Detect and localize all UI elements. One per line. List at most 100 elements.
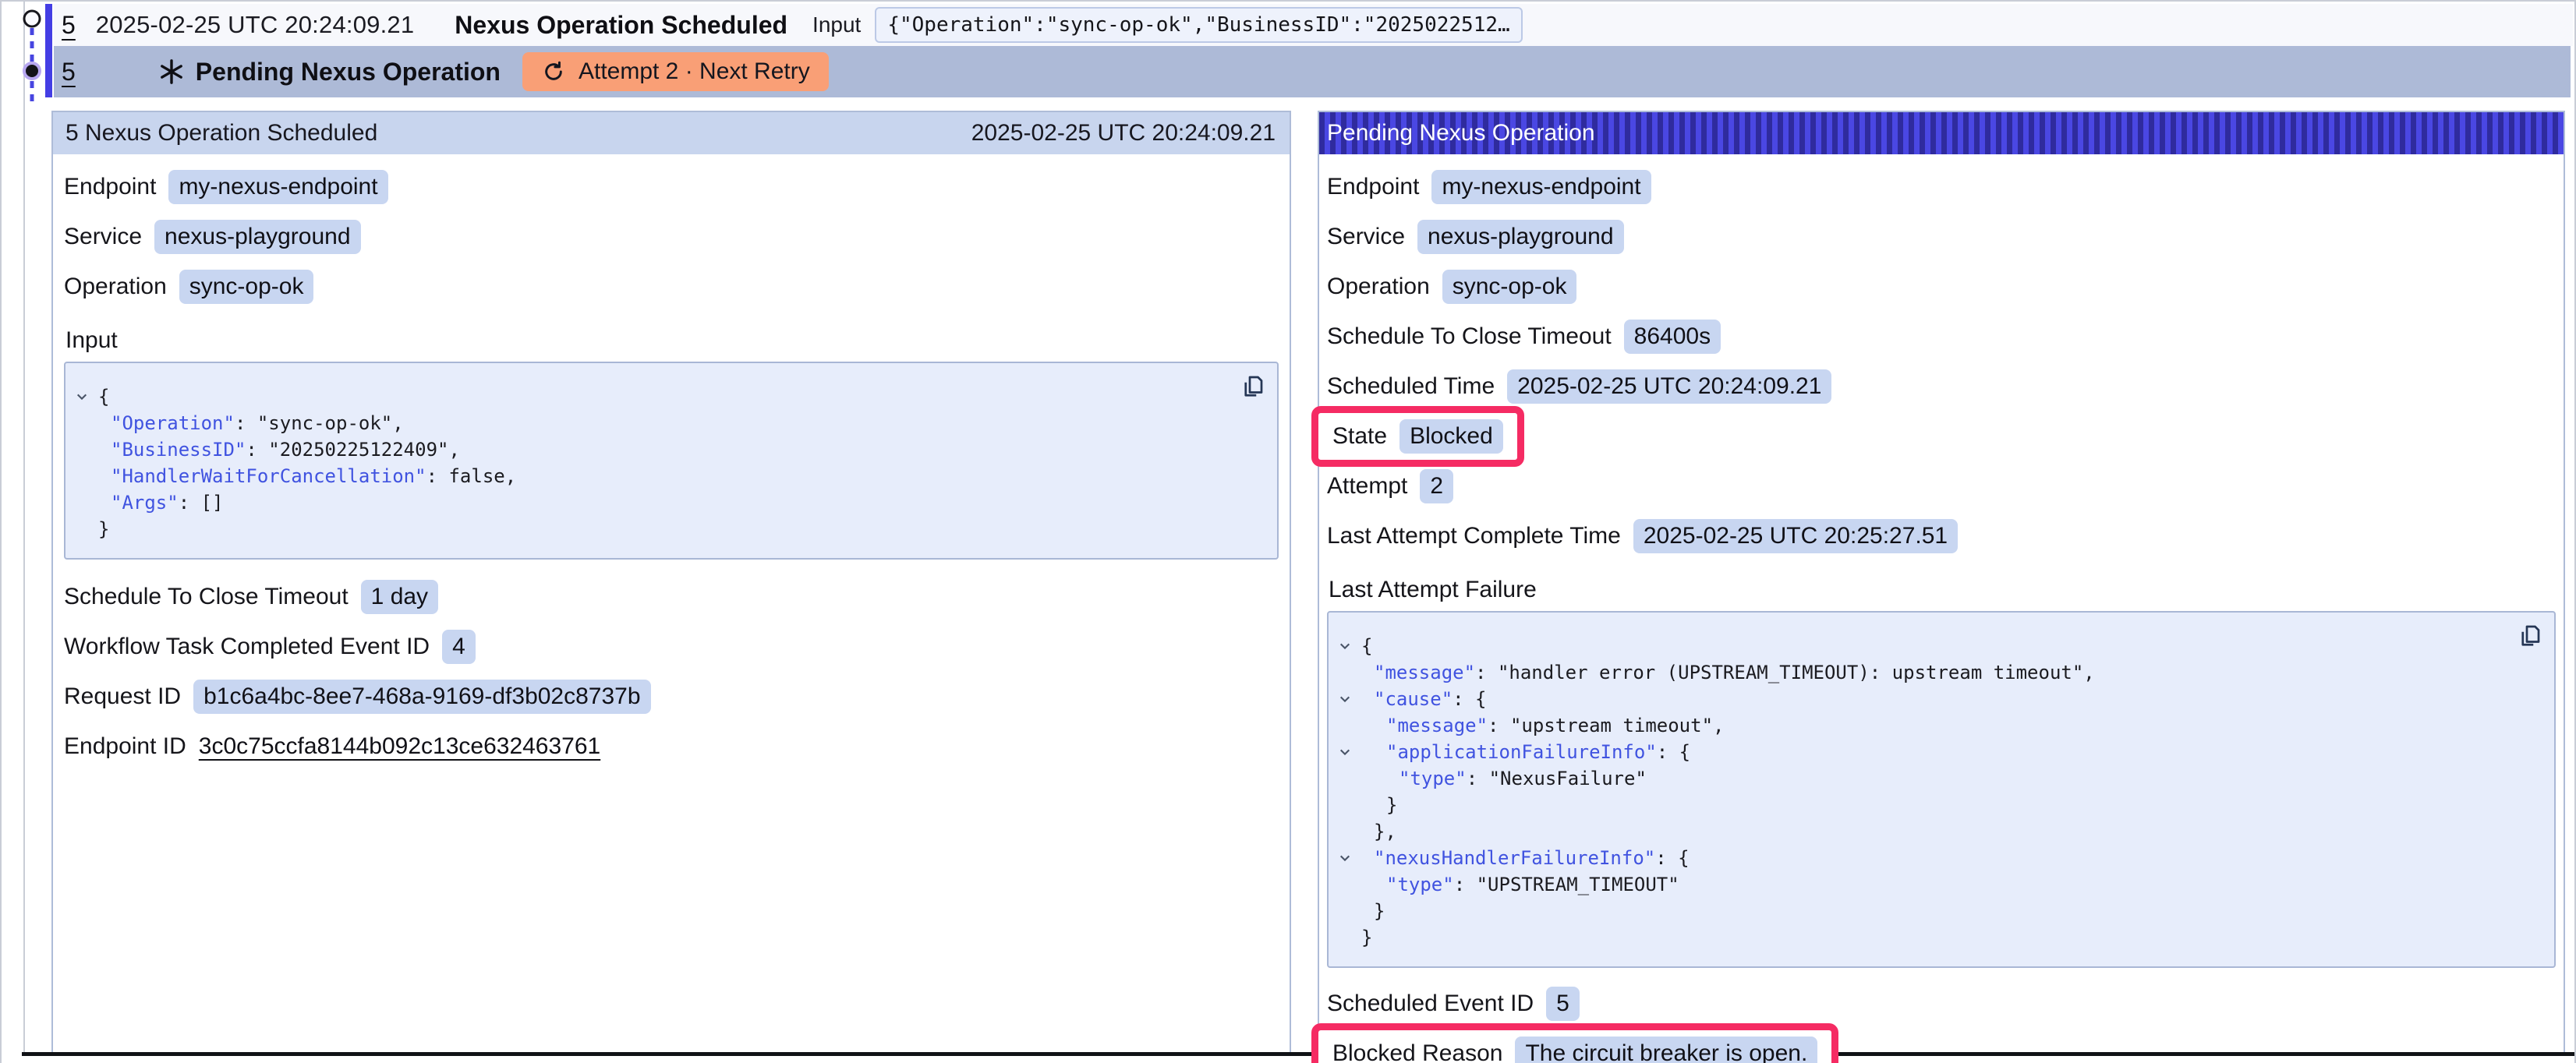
json-line: }	[1338, 792, 2539, 818]
temporal-event-history-view: 5 2025-02-25 UTC 20:24:09.21 Nexus Opera…	[0, 0, 2576, 1063]
endpoint-id-link[interactable]: 3c0c75ccfa8144b092c13ce632463761	[199, 733, 600, 760]
field-value-chip: 2	[1420, 469, 1453, 503]
event-detail-header: 5 Nexus Operation Scheduled 2025-02-25 U…	[53, 112, 1290, 154]
chevron-down-icon[interactable]	[1338, 633, 1361, 659]
event-id-link[interactable]: 5	[62, 58, 76, 87]
copy-icon[interactable]	[1238, 373, 1266, 401]
chevron-down-icon[interactable]	[1338, 845, 1361, 871]
field-operation: Operation sync-op-ok	[1327, 270, 2556, 304]
field-label: Scheduled Time	[1327, 373, 1495, 400]
field-label: Service	[64, 224, 142, 250]
input-block-label: Input	[65, 324, 1279, 354]
filled-circle-icon	[24, 63, 40, 79]
field-label: Endpoint ID	[64, 733, 186, 760]
json-line: }	[1338, 924, 2539, 951]
pending-operation-title: Pending Nexus Operation	[1327, 120, 1595, 147]
field-schedule-to-close-timeout: Schedule To Close Timeout 86400s	[1327, 320, 2556, 354]
field-endpoint: Endpoint my-nexus-endpoint	[64, 170, 1279, 204]
json-line: }	[75, 516, 1261, 542]
event-title: Nexus Operation Scheduled	[455, 11, 787, 40]
field-label: Endpoint	[64, 174, 156, 200]
field-label: Request ID	[64, 683, 181, 710]
json-line: {	[75, 383, 1261, 410]
field-value-chip: 2025-02-25 UTC 20:25:27.51	[1633, 519, 1958, 553]
json-line: }	[1338, 898, 2539, 924]
field-value-chip: 4	[442, 630, 476, 664]
last-attempt-failure-json-block: { "message": "handler error (UPSTREAM_TI…	[1327, 611, 2556, 968]
field-value-chip: b1c6a4bc-8ee7-468a-9169-df3b02c8737b	[193, 680, 650, 714]
history-row-pending-nexus-operation[interactable]: 5 Pending Nexus Operation Attempt 2 · Ne…	[54, 46, 2571, 97]
field-service: Service nexus-playground	[64, 220, 1279, 254]
field-label: State	[1332, 423, 1387, 450]
pending-operation-panel: Pending Nexus Operation Endpoint my-nexu…	[1318, 111, 2565, 1054]
json-line: "nexusHandlerFailureInfo": {	[1338, 845, 2539, 871]
json-line: "cause": {	[1338, 686, 2539, 712]
retry-arrow-icon	[541, 59, 566, 84]
json-line: "BusinessID": "20250225122409",	[75, 436, 1261, 463]
json-line: {	[1338, 633, 2539, 659]
blocked-reason-chip: The circuit breaker is open.	[1515, 1037, 1817, 1063]
copy-icon[interactable]	[2515, 622, 2543, 650]
json-line: "message": "handler error (UPSTREAM_TIME…	[1338, 659, 2539, 686]
field-value-chip: 5	[1546, 987, 1580, 1021]
field-label: Workflow Task Completed Event ID	[64, 634, 430, 660]
event-detail-timestamp: 2025-02-25 UTC 20:24:09.21	[971, 120, 1276, 147]
chevron-down-icon[interactable]	[1338, 739, 1361, 765]
field-label: Attempt	[1327, 473, 1407, 500]
field-value-chip: sync-op-ok	[1442, 270, 1577, 304]
input-json-block: { "Operation": "sync-op-ok", "BusinessID…	[64, 362, 1279, 560]
pending-operation-header: Pending Nexus Operation	[1319, 112, 2564, 154]
json-line: "type": "UPSTREAM_TIMEOUT"	[1338, 871, 2539, 898]
field-blocked-reason: Blocked Reason The circuit breaker is op…	[1327, 1037, 2556, 1063]
input-inline-label: Input	[812, 12, 861, 37]
asterisk-icon	[158, 58, 185, 85]
field-attempt: Attempt 2	[1327, 469, 2556, 503]
field-endpoint-id: Endpoint ID 3c0c75ccfa8144b092c13ce63246…	[64, 729, 1279, 764]
failure-block-label: Last Attempt Failure	[1329, 574, 2556, 603]
field-value-chip: nexus-playground	[154, 220, 361, 254]
blocked-reason-annotation-highlight: Blocked Reason The circuit breaker is op…	[1311, 1023, 1838, 1063]
json-line: },	[1338, 818, 2539, 845]
retry-badge: Attempt 2 · Next Retry	[522, 52, 829, 91]
field-scheduled-event-id: Scheduled Event ID 5	[1327, 987, 2556, 1021]
field-operation: Operation sync-op-ok	[64, 270, 1279, 304]
field-schedule-to-close-timeout: Schedule To Close Timeout 1 day	[64, 580, 1279, 614]
field-label: Schedule To Close Timeout	[64, 584, 349, 610]
event-id-link[interactable]: 5	[62, 11, 76, 40]
table-bottom-border	[22, 1052, 2574, 1056]
chevron-down-icon[interactable]	[75, 383, 98, 410]
open-circle-icon	[24, 11, 40, 26]
field-workflow-task-completed-event-id: Workflow Task Completed Event ID 4	[64, 630, 1279, 664]
event-detail-title: 5 Nexus Operation Scheduled	[65, 120, 377, 147]
field-value-chip: my-nexus-endpoint	[1431, 170, 1651, 204]
field-state: State Blocked	[1327, 419, 2556, 454]
chevron-down-icon[interactable]	[1338, 686, 1361, 712]
field-service: Service nexus-playground	[1327, 220, 2556, 254]
field-value-chip: sync-op-ok	[179, 270, 314, 304]
json-line: "HandlerWaitForCancellation": false,	[75, 463, 1261, 489]
json-line: "applicationFailureInfo": {	[1338, 739, 2539, 765]
json-line: "Args": []	[75, 489, 1261, 516]
table-left-border	[23, 2, 25, 1054]
field-value-chip: nexus-playground	[1417, 220, 1624, 254]
history-row-nexus-operation-scheduled[interactable]: 5 2025-02-25 UTC 20:24:09.21 Nexus Opera…	[54, 4, 2573, 46]
field-value-chip: 86400s	[1624, 320, 1721, 354]
field-scheduled-time: Scheduled Time 2025-02-25 UTC 20:24:09.2…	[1327, 369, 2556, 404]
field-request-id: Request ID b1c6a4bc-8ee7-468a-9169-df3b0…	[64, 680, 1279, 714]
field-label: Last Attempt Complete Time	[1327, 523, 1621, 549]
field-endpoint: Endpoint my-nexus-endpoint	[1327, 170, 2556, 204]
input-preview-chip[interactable]: {"Operation":"sync-op-ok","BusinessID":"…	[875, 7, 1522, 43]
field-last-attempt-complete-time: Last Attempt Complete Time 2025-02-25 UT…	[1327, 519, 2556, 553]
field-label: Operation	[64, 274, 167, 300]
retry-badge-label: Attempt 2 · Next Retry	[579, 58, 810, 85]
field-label: Endpoint	[1327, 174, 1419, 200]
field-value-chip: my-nexus-endpoint	[168, 170, 387, 204]
field-value-chip: 1 day	[361, 580, 438, 614]
field-label: Schedule To Close Timeout	[1327, 323, 1612, 350]
json-line: "type": "NexusFailure"	[1338, 765, 2539, 792]
state-badge: Blocked	[1399, 419, 1503, 454]
json-line: "Operation": "sync-op-ok",	[75, 410, 1261, 436]
event-title: Pending Nexus Operation	[196, 58, 501, 87]
field-label: Service	[1327, 224, 1405, 250]
field-label: Blocked Reason	[1332, 1040, 1502, 1063]
